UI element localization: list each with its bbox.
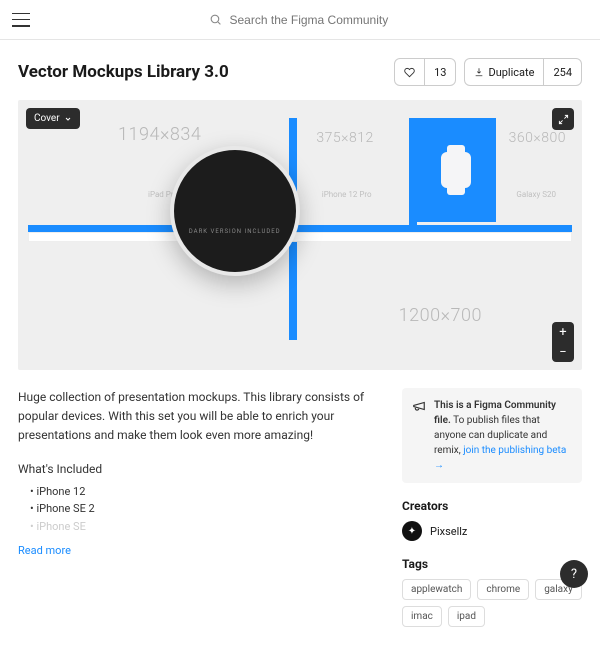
like-button[interactable]: 13: [394, 58, 456, 86]
search-input[interactable]: [230, 13, 410, 27]
chevron-down-icon: [64, 115, 72, 123]
canvas-preview[interactable]: Cover + − 1194×834 375×812 360×800 1200×…: [18, 100, 582, 370]
download-icon: [474, 67, 484, 77]
tags-heading: Tags: [402, 557, 582, 571]
cover-label: Cover: [34, 113, 60, 124]
creators-heading: Creators: [402, 499, 582, 513]
duplicate-count: 254: [543, 59, 581, 85]
duplicate-button[interactable]: Duplicate 254: [464, 58, 582, 86]
dim-label: 360×800: [509, 130, 566, 146]
device-label: Galaxy S20: [516, 190, 556, 199]
list-item: iPhone 12: [30, 483, 378, 501]
search-icon: [209, 13, 222, 26]
tag[interactable]: chrome: [477, 579, 529, 600]
zoom-controls: + −: [552, 322, 574, 362]
lens-caption: DARK VERSION INCLUDED: [189, 228, 281, 235]
description-text: Huge collection of presentation mockups.…: [18, 388, 378, 446]
tag[interactable]: applewatch: [402, 579, 471, 600]
page-title: Vector Mockups Library 3.0: [18, 62, 229, 82]
dim-label: 1194×834: [118, 124, 201, 145]
menu-button[interactable]: [12, 13, 30, 27]
list-item: iPhone SE: [30, 518, 378, 536]
tag[interactable]: imac: [402, 606, 442, 627]
creator-name: Pixsellz: [430, 525, 467, 538]
list-item: iPhone SE 2: [30, 500, 378, 518]
zoom-out-button[interactable]: −: [552, 342, 574, 362]
megaphone-icon: [412, 399, 426, 413]
zoom-in-button[interactable]: +: [552, 322, 574, 342]
expand-button[interactable]: [552, 108, 574, 130]
avatar: ✦: [402, 521, 422, 541]
dim-label: 1200×700: [399, 305, 482, 326]
help-button[interactable]: ?: [560, 560, 588, 588]
heart-icon: [404, 67, 415, 78]
search-container: [30, 13, 588, 27]
like-count: 13: [424, 59, 455, 85]
magnifier-lens: DARK VERSION INCLUDED: [170, 146, 300, 276]
dim-label: 375×812: [316, 130, 373, 146]
preview-artboard: 1194×834 375×812 360×800 1200×700 iPad P…: [28, 118, 572, 340]
whats-included-heading: What's Included: [18, 460, 378, 479]
device-label: iPhone 12 Pro: [322, 190, 372, 199]
cover-dropdown[interactable]: Cover: [26, 108, 80, 129]
tag[interactable]: ipad: [448, 606, 485, 627]
creator-row[interactable]: ✦ Pixsellz: [402, 521, 582, 541]
expand-icon: [558, 114, 569, 125]
read-more-link[interactable]: Read more: [18, 542, 71, 560]
duplicate-label: Duplicate: [488, 66, 534, 79]
community-notice: This is a Figma Community file. To publi…: [402, 388, 582, 483]
